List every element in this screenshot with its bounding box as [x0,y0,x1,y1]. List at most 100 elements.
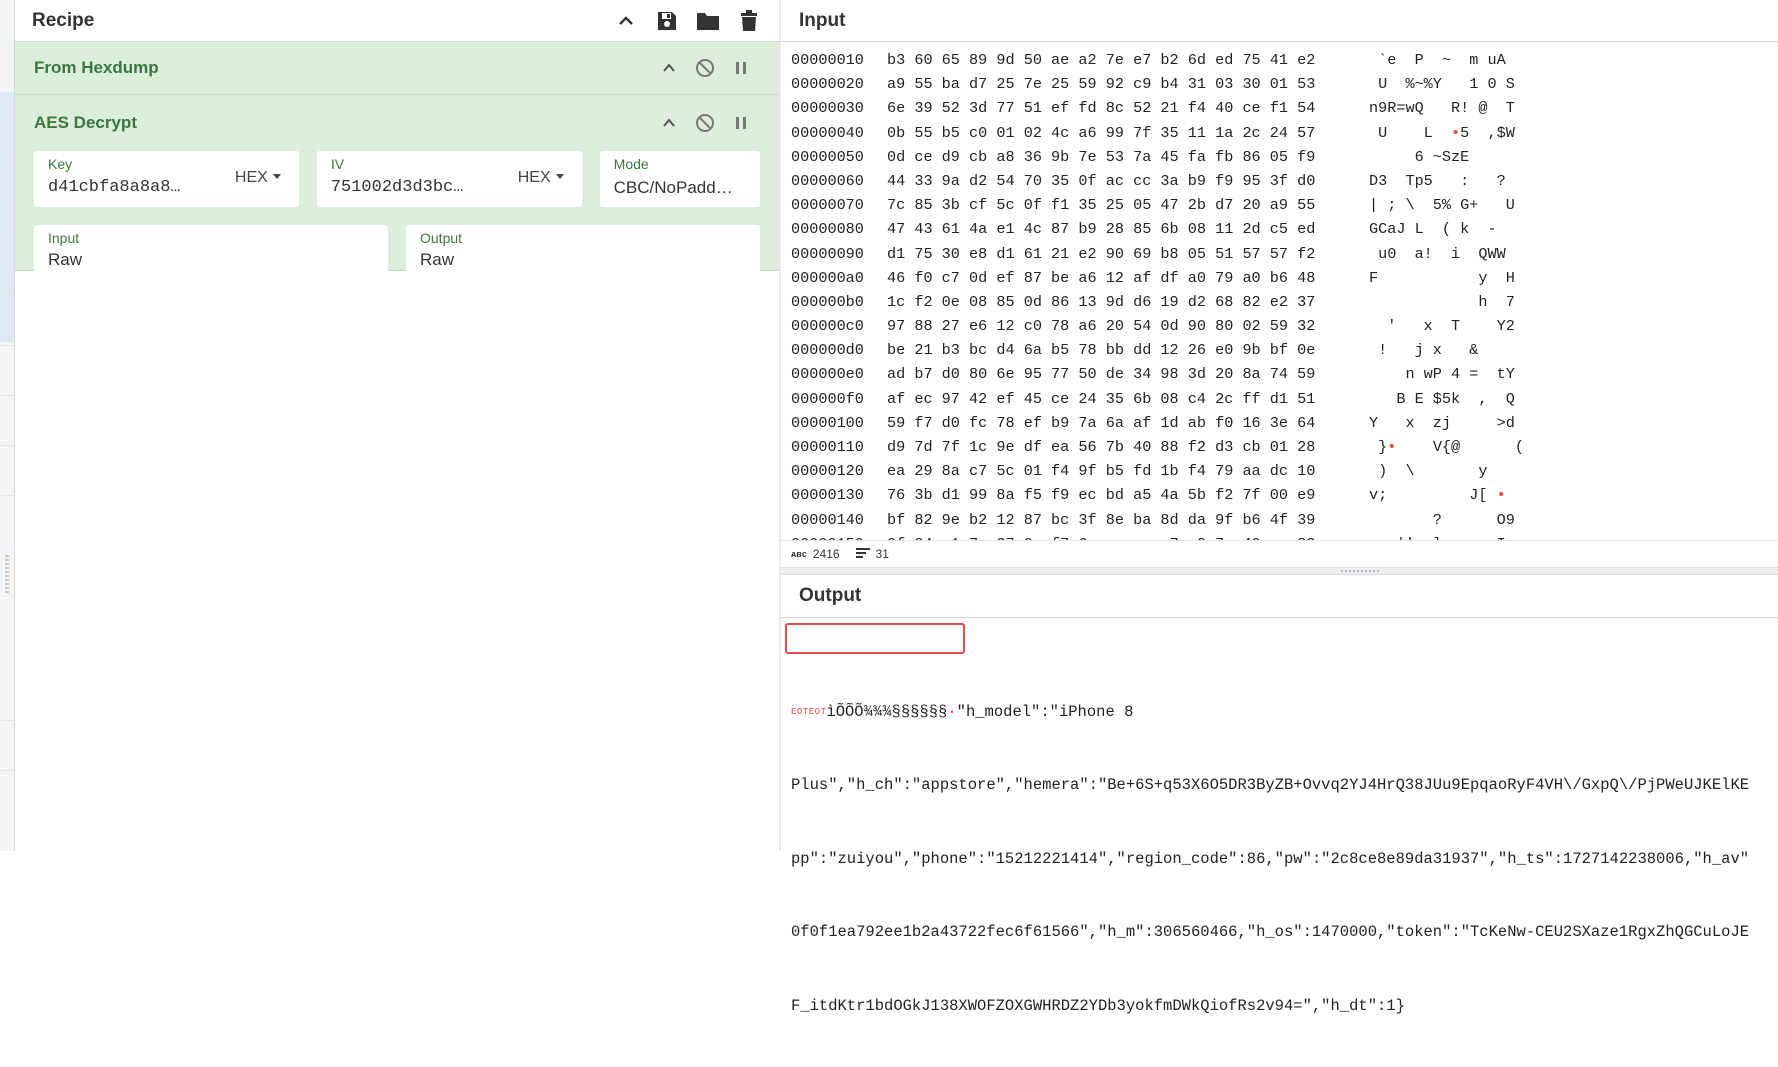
trash-icon[interactable] [737,9,761,33]
divider [0,445,14,446]
input-format-field[interactable]: Input Raw [34,225,388,277]
hex-row: 00000080 47 43 61 4a e1 4c 87 b9 28 85 6b… [791,217,1778,241]
save-icon[interactable] [655,9,679,33]
hex-offset: 000000f0 [791,389,864,408]
hex-bytes: af ec 97 42 ef 45 ce 24 35 6b 08 c4 2c f… [887,389,1316,408]
hex-offset: 00000120 [791,462,864,481]
aes-arguments-row: Key d41cbfa8a8a8… HEX IV 751002d3d3bc… H… [15,151,779,207]
hex-bytes: d9 7d 7f 1c 9e df ea 56 7b 40 88 f2 d3 c… [887,438,1316,456]
iv-field[interactable]: IV 751002d3d3bc… HEX [316,151,582,207]
operation-from-hexdump[interactable]: From Hexdump [15,42,779,95]
hex-row: 000000f0 af ec 97 42 ef 45 ce 24 35 6b 08… [791,387,1778,411]
key-format-dropdown[interactable]: HEX [235,169,281,187]
hex-row: 00000030 6e 39 52 3d 77 51 ef fd 8c 52 21… [791,96,1778,120]
hex-offset: 00000010 [791,51,864,69]
recipe-panel: Recipe From Hexdump AES Decrypt Key d41c… [15,0,780,851]
key-value[interactable]: d41cbfa8a8a8… [48,178,198,197]
operation-name: From Hexdump [34,58,159,77]
hex-bytes: ea 29 8a c7 5c 01 f4 9f b5 fd 1b f4 79 a… [887,462,1316,481]
hex-ascii: ? O9 [1369,510,1515,529]
chevron-up-icon[interactable] [614,9,638,33]
aes-io-row: Input Raw Output Raw [15,225,779,277]
hex-offset: 00000130 [791,486,864,505]
key-field[interactable]: Key d41cbfa8a8a8… HEX [34,151,299,207]
divider [0,770,14,771]
output-panel: Output EOTEOTìÕÕÕ¾¾¾§§§§§§·"h_model":"iP… [781,575,1778,1015]
divider [0,345,14,346]
iv-format-dropdown[interactable]: HEX [518,169,564,187]
output-text-area[interactable]: EOTEOTìÕÕÕ¾¾¾§§§§§§·"h_model":"iPhone 8 … [781,618,1778,1067]
hex-offset: 00000020 [791,75,864,94]
hex-offset: 00000060 [791,171,864,190]
iv-value[interactable]: 751002d3d3bc… [331,178,481,197]
divider [0,495,14,496]
output-format-field[interactable]: Output Raw [406,225,760,277]
divider [0,240,14,241]
hex-ascii: Y x zj >d [1369,413,1515,432]
hex-offset: 00000070 [791,196,864,215]
pause-icon[interactable] [730,112,752,134]
recipe-header: Recipe [15,0,779,42]
lines-stat: 31 [855,547,889,562]
hex-ascii: h 7 [1369,292,1515,311]
divider [0,290,14,291]
hex-ascii: |' l zI [1369,532,1505,540]
input-format-label: Input [48,230,80,246]
input-status-bar: ᴀʙᴄ 2416 31 [781,540,1778,567]
mode-field[interactable]: Mode CBC/NoPadd… [599,151,760,207]
hex-ascii: U %~%Y 1 0 S [1369,75,1515,94]
hex-row: 00000010 b3 60 65 89 9d 50 ae a2 7e e7 b2… [791,48,1778,72]
hex-bytes: a9 55 ba d7 25 7e 25 59 92 c9 b4 31 03 3… [887,75,1316,94]
hex-bytes: 1c f2 0e 08 85 0d 86 13 9d d6 19 d2 68 8… [887,292,1316,311]
hex-offset: 00000050 [791,147,864,166]
divider [0,190,14,191]
chevron-up-icon[interactable] [658,112,680,134]
hex-bytes: d1 75 30 e8 d1 61 21 e2 90 69 b8 05 51 5… [887,244,1316,263]
output-line: pp":"zuiyou","phone":"15212221414","regi… [791,849,1750,868]
hex-bytes: 7c 85 3b cf 5c 0f f1 35 25 05 47 2b d7 2… [887,196,1316,215]
output-line-text: "h_model":"iPhone 8 [956,702,1134,721]
input-hexdump-area[interactable]: 00000010 b3 60 65 89 9d 50 ae a2 7e e7 b2… [781,42,1778,540]
hex-bytes: 47 43 61 4a e1 4c 87 b9 28 85 6b 08 11 2… [887,220,1316,239]
disable-icon[interactable] [694,57,716,79]
hex-offset: 000000c0 [791,317,864,336]
hex-ascii: GCaJ L ( k - [1369,220,1497,239]
disable-icon[interactable] [694,112,716,134]
hex-ascii: | ; \ 5% G+ U [1369,196,1515,215]
hex-ascii: }• V{@ ( [1369,438,1524,456]
red-marker: · [947,702,957,721]
chevron-up-icon[interactable] [658,57,680,79]
hex-offset: 00000150 [791,532,887,540]
hex-offset: 00000040 [791,123,864,142]
hex-offset: 000000e0 [791,365,864,384]
pause-icon[interactable] [730,57,752,79]
hex-row: 000000b0 1c f2 0e 08 85 0d 86 13 9d d6 19… [791,290,1778,314]
hex-bytes: be 21 b3 bc d4 6a b5 78 bb dd 12 26 e0 9… [887,341,1316,360]
io-resize-handle[interactable] [781,567,1778,575]
mode-value[interactable]: CBC/NoPadd… [614,178,746,198]
hex-ascii: ) \ y [1369,462,1488,481]
abc-icon: ᴀʙᴄ [791,549,807,559]
operation-aes-decrypt[interactable]: AES Decrypt Key d41cbfa8a8a8… HEX IV 751… [15,95,779,277]
output-line: Plus","h_ch":"appstore","hemera":"Be+6S+… [791,776,1750,794]
recipe-toolbar [614,9,761,33]
hex-row: 00000130 76 3b d1 99 8a f5 f9 ec bd a5 4a… [791,483,1778,507]
hex-row: 00000040 0b 55 b5 c0 01 02 4c a6 99 7f 35… [791,121,1778,145]
hex-row: 00000100 59 f7 d0 fc 78 ef b9 7a 6a af 1d… [791,411,1778,435]
hex-row: 000000d0 be 21 b3 bc d4 6a b5 78 bb dd 12… [791,338,1778,362]
panel-resize-handle[interactable] [5,555,9,595]
operation-controls [658,57,752,79]
output-format-value[interactable]: Raw [420,250,746,270]
hex-bytes: 46 f0 c7 0d ef 87 be a6 12 af df a0 79 a… [887,268,1316,287]
hex-ascii: `e P ~ m uA [1369,51,1506,69]
output-line: 0f0f1ea792ee1b2a43722fec6f61566","h_m":3… [791,923,1750,941]
folder-icon[interactable] [696,9,720,33]
hex-row: 000001500f 84 c1 7c 37 0a f7 6c ce ce c7… [791,532,1778,540]
control-chars: EOTEOT [791,706,827,717]
hex-offset: 00000030 [791,99,864,118]
hex-row: 000000e0 ad b7 d0 80 6e 95 77 50 de 34 98… [791,362,1778,386]
input-format-value[interactable]: Raw [48,250,374,270]
selected-operation-highlight [0,92,14,342]
hex-bytes: 0d ce d9 cb a8 36 9b 7e 53 7a 45 fa fb 8… [887,147,1316,166]
hex-row: 00000120 ea 29 8a c7 5c 01 f4 9f b5 fd 1b… [791,459,1778,483]
